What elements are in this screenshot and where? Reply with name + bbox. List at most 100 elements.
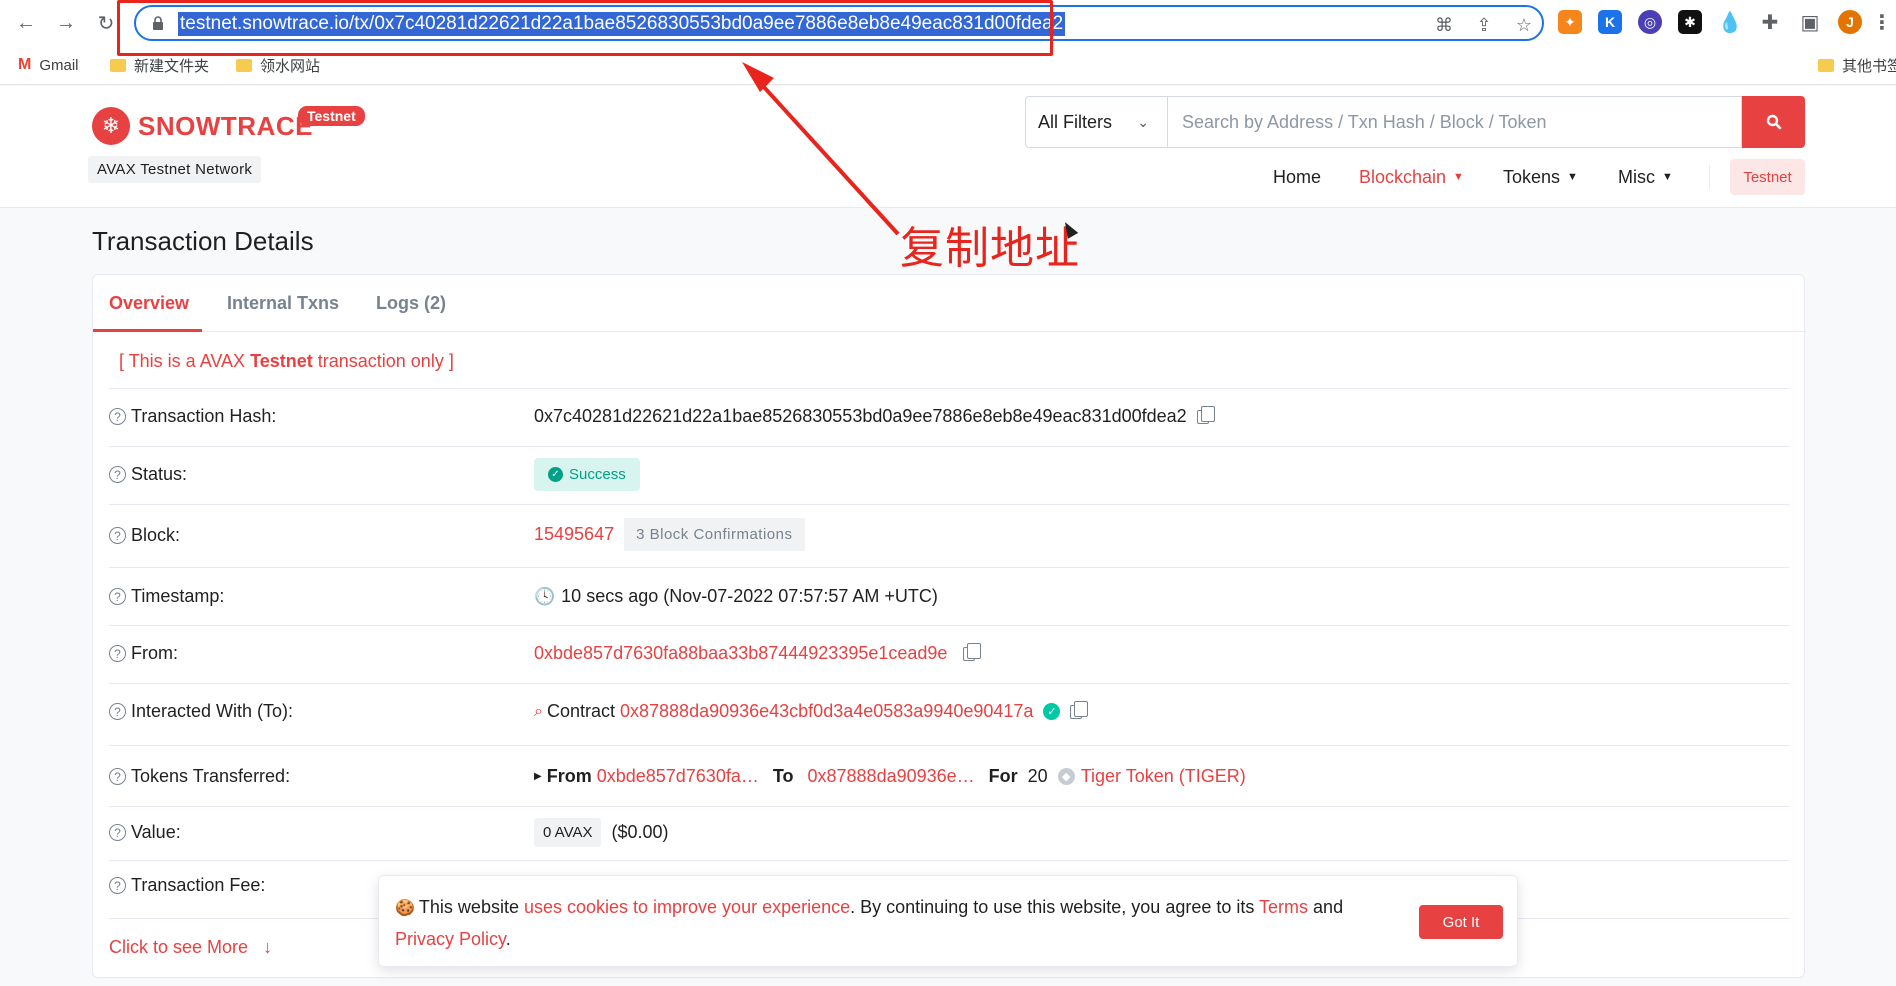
tab-bar: Overview Internal Txns Logs (2) bbox=[93, 275, 1806, 332]
privacy-policy-link[interactable]: Privacy Policy bbox=[395, 929, 506, 949]
tab-overview[interactable]: Overview bbox=[109, 293, 189, 314]
nav-blockchain[interactable]: Blockchain ▼ bbox=[1359, 162, 1464, 192]
help-icon[interactable]: ? bbox=[109, 877, 126, 894]
annotation-label: 复制地址 bbox=[900, 223, 1080, 274]
nav-tokens[interactable]: Tokens ▼ bbox=[1503, 162, 1578, 192]
forward-icon[interactable]: → bbox=[52, 9, 80, 37]
clock-icon: 🕓 bbox=[534, 586, 556, 606]
help-icon[interactable]: ? bbox=[109, 527, 126, 544]
folder-icon bbox=[236, 58, 252, 72]
network-label: AVAX Testnet Network bbox=[88, 156, 262, 183]
contract-search-icon: ⌕ bbox=[534, 702, 543, 720]
gmail-icon: M bbox=[18, 56, 32, 73]
transaction-card: Overview Internal Txns Logs (2) [ This i… bbox=[92, 274, 1806, 978]
value-usd: ($0.00) bbox=[611, 822, 669, 842]
testnet-badge: Testnet bbox=[298, 106, 365, 126]
more-menu-icon[interactable]: ⋮ bbox=[1872, 10, 1892, 34]
ring-extension-icon[interactable]: ◎ bbox=[1638, 10, 1662, 34]
contract-address-link[interactable]: 0x87888da90936e43cbf0d3a4e0583a9940e9041… bbox=[620, 701, 1033, 722]
back-icon[interactable]: ← bbox=[12, 9, 40, 37]
nav-misc[interactable]: Misc ▼ bbox=[1618, 162, 1673, 192]
row-timestamp: ? Timestamp: 🕓 10 secs ago (Nov-07-2022 0… bbox=[109, 568, 1789, 626]
bookmark-new-folder[interactable]: 新建文件夹 bbox=[110, 54, 209, 76]
value-amount-badge: 0 AVAX bbox=[534, 818, 602, 847]
confirmations-badge: 3 Block Confirmations bbox=[624, 518, 805, 551]
site-header: ❄ SNOWTRACE Testnet AVAX Testnet Network… bbox=[0, 86, 1896, 208]
token-amount: 20 bbox=[1027, 766, 1048, 786]
bookmark-star-icon[interactable]: ☆ bbox=[1512, 13, 1536, 37]
chevron-down-icon: ⌄ bbox=[1137, 114, 1149, 130]
reload-icon[interactable]: ↻ bbox=[92, 9, 120, 37]
copy-icon[interactable] bbox=[1196, 405, 1215, 424]
timestamp-value: 10 secs ago (Nov-07-2022 07:57:57 AM +UT… bbox=[561, 586, 938, 606]
token-logo-icon: ◆ bbox=[1057, 768, 1075, 785]
got-it-button[interactable]: Got It bbox=[1419, 905, 1503, 939]
copy-icon[interactable] bbox=[1070, 700, 1089, 719]
search-button[interactable] bbox=[1742, 96, 1805, 148]
chevron-down-icon: ▼ bbox=[1453, 171, 1464, 183]
search-icon bbox=[1766, 114, 1781, 130]
chevron-down-icon: ▼ bbox=[1662, 171, 1673, 183]
row-interacted-with: ? Interacted With (To): ⌕ Contract 0x8788… bbox=[109, 684, 1789, 746]
nav-divider bbox=[1709, 165, 1710, 189]
row-value: ? Value: 0 AVAX ($0.00) bbox=[109, 807, 1789, 861]
caret-right-icon: ▶ bbox=[534, 771, 542, 782]
help-icon[interactable]: ? bbox=[109, 408, 126, 425]
k-extension-icon[interactable]: K bbox=[1598, 10, 1622, 34]
profile-avatar[interactable]: J bbox=[1838, 10, 1862, 34]
translate-icon[interactable]: ⌘ bbox=[1432, 13, 1456, 37]
metamask-extension-icon[interactable]: ✦ bbox=[1558, 10, 1582, 34]
check-circle-icon: ✓ bbox=[548, 467, 563, 482]
folder-icon bbox=[1818, 58, 1834, 72]
bookmark-gmail[interactable]: M Gmail bbox=[18, 54, 79, 76]
help-icon[interactable]: ? bbox=[109, 466, 126, 483]
help-icon[interactable]: ? bbox=[109, 703, 126, 720]
token-from-link[interactable]: 0xbde857d7630fa… bbox=[597, 766, 759, 787]
row-status: ? Status: ✓ Success bbox=[109, 447, 1789, 505]
tab-logs[interactable]: Logs (2) bbox=[376, 293, 446, 314]
cookie-message: 🍪 This website uses cookies to improve yo… bbox=[395, 897, 1344, 949]
row-transaction-hash: ? Transaction Hash: 0x7c40281d22621d22a1b… bbox=[109, 389, 1789, 447]
chevron-down-icon: ▼ bbox=[1567, 171, 1578, 183]
help-icon[interactable]: ? bbox=[109, 768, 126, 785]
block-number-link[interactable]: 15495647 bbox=[534, 524, 614, 545]
drop-extension-icon[interactable]: 💧 bbox=[1718, 10, 1742, 34]
row-from: ? From: 0xbde857d7630fa88baa33b8744492339… bbox=[109, 626, 1789, 684]
bookmark-other[interactable]: 其他书签 bbox=[1818, 54, 1896, 76]
side-panel-icon[interactable]: ▣ bbox=[1798, 10, 1822, 34]
bookmark-faucet-sites[interactable]: 领水网站 bbox=[236, 54, 320, 76]
cookie-policy-link[interactable]: uses cookies to improve your experience bbox=[524, 897, 850, 917]
share-icon[interactable]: ⇪ bbox=[1472, 13, 1496, 37]
testnet-notice: [ This is a AVAX Testnet transaction onl… bbox=[119, 351, 454, 371]
help-icon[interactable]: ? bbox=[109, 824, 126, 841]
cookie-banner: 🍪 This website uses cookies to improve yo… bbox=[378, 875, 1518, 967]
nav-testnet[interactable]: Testnet bbox=[1730, 159, 1805, 195]
snowflake-logo-icon: ❄ bbox=[92, 107, 130, 145]
active-tab-indicator bbox=[93, 329, 202, 332]
terms-link[interactable]: Terms bbox=[1259, 897, 1308, 917]
snowtrace-logo[interactable]: ❄ SNOWTRACE bbox=[92, 106, 313, 146]
page-title: Transaction Details bbox=[92, 226, 314, 256]
folder-icon bbox=[110, 58, 126, 72]
status-badge: ✓ Success bbox=[534, 458, 640, 491]
help-icon[interactable]: ? bbox=[109, 645, 126, 662]
snowflake-extension-icon[interactable]: ✱ bbox=[1678, 10, 1702, 34]
nav-home[interactable]: Home bbox=[1273, 162, 1321, 192]
search-input[interactable] bbox=[1167, 96, 1742, 148]
row-block: ? Block: 15495647 3 Block Confirmations bbox=[109, 505, 1789, 568]
puzzle-extensions-icon[interactable]: ✚ bbox=[1758, 10, 1782, 34]
help-icon[interactable]: ? bbox=[109, 588, 126, 605]
filter-select[interactable]: All Filters ⌄ bbox=[1025, 96, 1167, 148]
cookie-icon: 🍪 bbox=[395, 900, 415, 917]
copy-icon[interactable] bbox=[963, 642, 982, 661]
row-tokens-transferred: ? Tokens Transferred: ▶ From 0xbde857d763… bbox=[109, 746, 1789, 807]
transaction-hash-value: 0x7c40281d22621d22a1bae8526830553bd0a9ee… bbox=[534, 406, 1187, 426]
arrow-down-icon: ↓ bbox=[263, 937, 273, 957]
verified-check-icon: ✓ bbox=[1043, 703, 1061, 720]
token-name-link[interactable]: Tiger Token (TIGER) bbox=[1081, 766, 1246, 787]
see-more-link[interactable]: Click to see More ↓ bbox=[109, 937, 272, 958]
tab-internal-txns[interactable]: Internal Txns bbox=[227, 293, 339, 314]
from-address-link[interactable]: 0xbde857d7630fa88baa33b87444923395e1cead… bbox=[534, 643, 947, 664]
url-highlight-box bbox=[117, 0, 1053, 56]
token-to-link[interactable]: 0x87888da90936e… bbox=[808, 766, 975, 787]
